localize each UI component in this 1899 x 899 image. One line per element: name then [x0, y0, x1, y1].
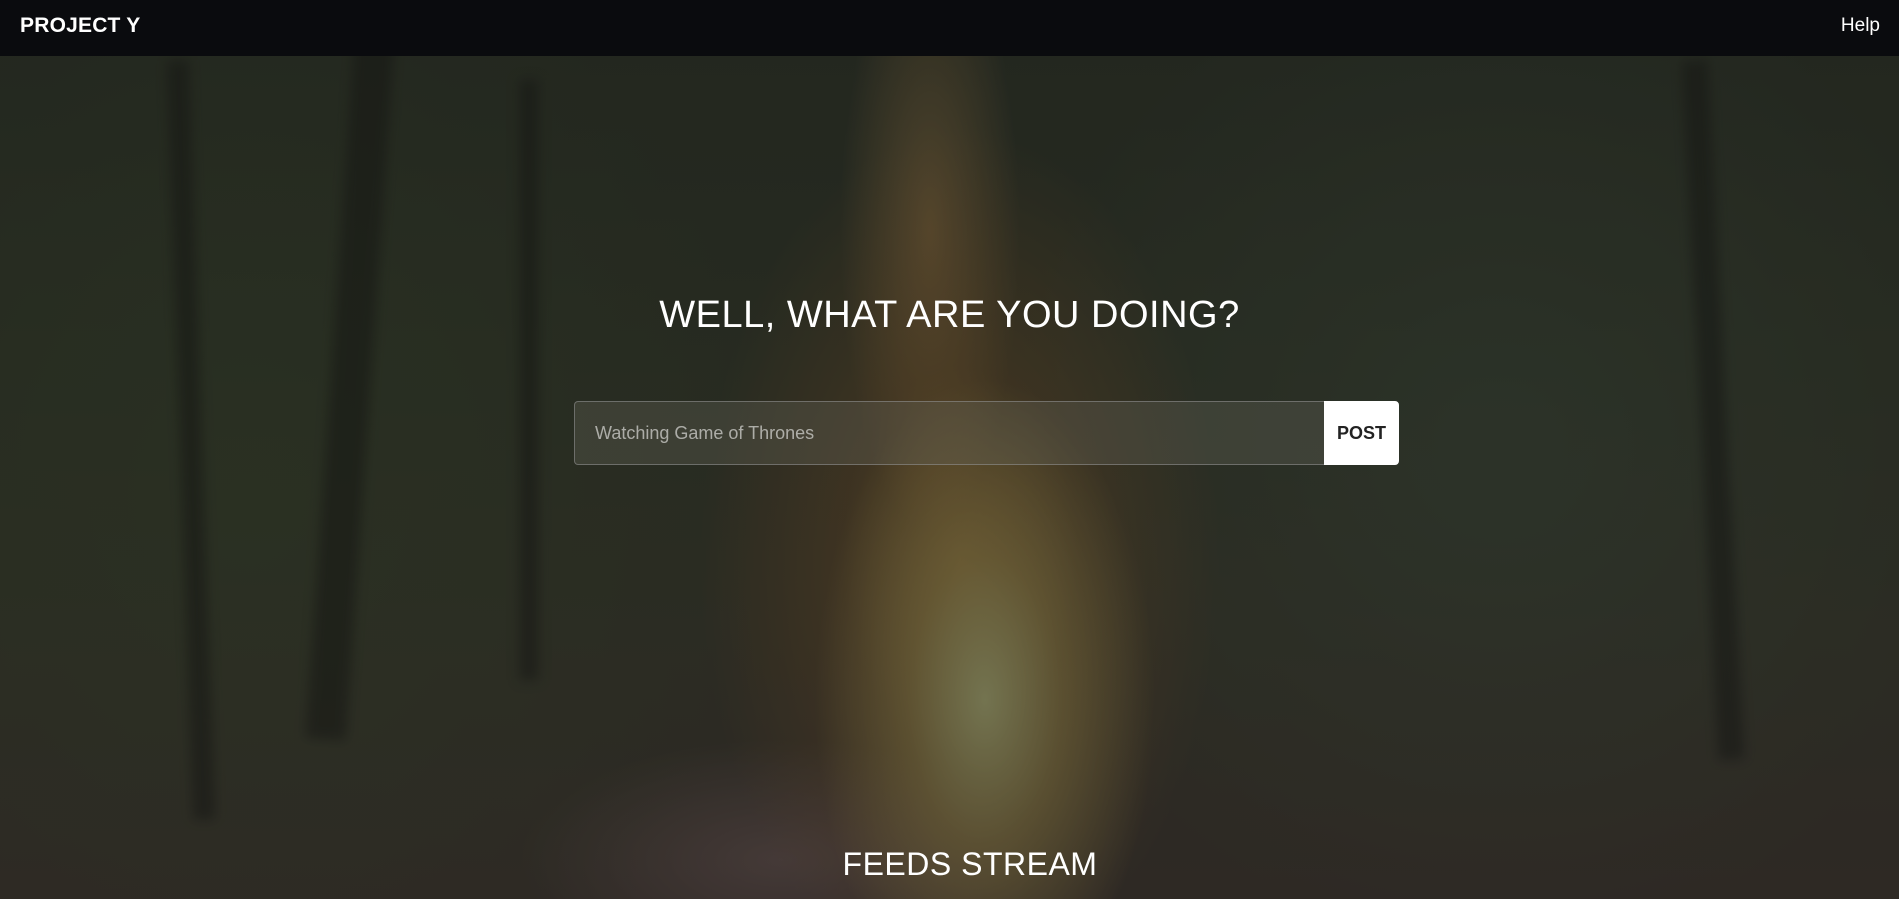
hero-title: WELL, WHAT ARE YOU DOING?	[659, 294, 1240, 336]
post-form: POST	[574, 401, 1399, 465]
page: PROJECT Y Help WELL, WHAT ARE YOU DOING?…	[0, 0, 1899, 899]
post-button[interactable]: POST	[1324, 401, 1399, 465]
help-link[interactable]: Help	[1841, 15, 1880, 37]
brand-logo[interactable]: PROJECT Y	[20, 14, 140, 38]
top-navbar: PROJECT Y Help	[0, 0, 1899, 56]
feeds-stream-heading: FEEDS STREAM	[842, 846, 1098, 882]
status-input[interactable]	[574, 401, 1324, 465]
